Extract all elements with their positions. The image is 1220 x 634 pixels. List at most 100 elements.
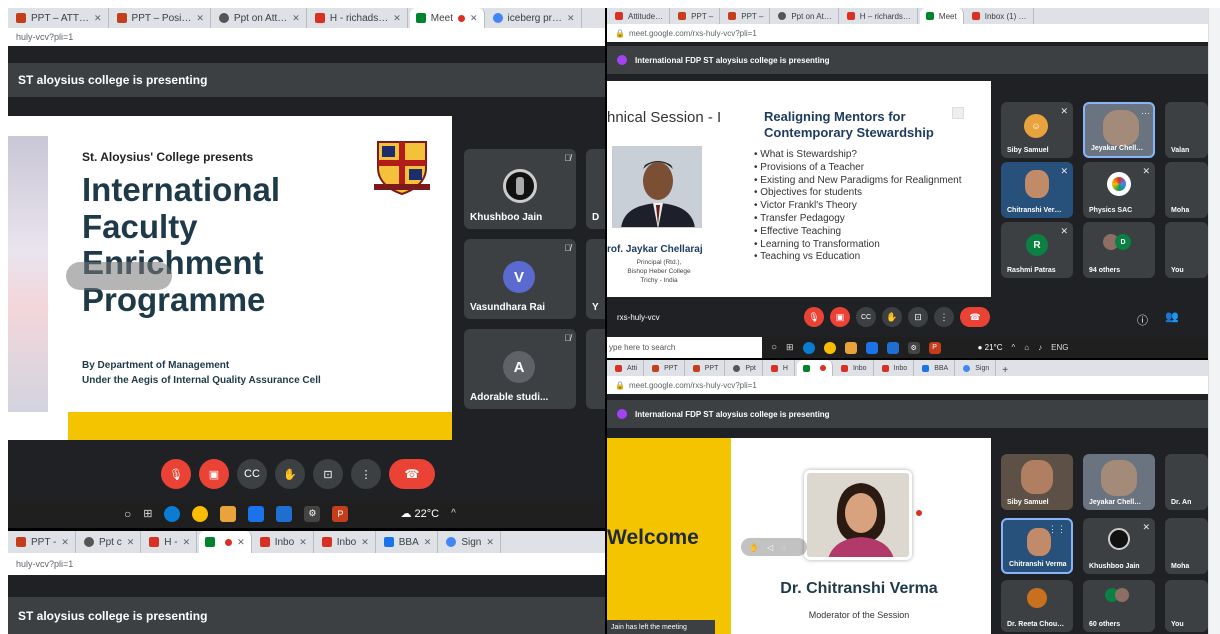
info-icon[interactable]: ⓘ [1137,312,1148,328]
taskbar-search[interactable]: ype here to search [607,337,762,358]
edge-icon[interactable] [802,341,815,354]
settings-icon[interactable]: ⚙ [907,341,920,354]
close-icon[interactable]: ✕ [361,537,369,548]
powerpoint-icon[interactable]: P [332,505,349,522]
volume-icon[interactable]: ♪ [1038,343,1042,352]
close-icon[interactable]: ✕ [237,537,245,548]
participant-tile[interactable]: Moha [1165,162,1208,218]
close-icon[interactable]: ✕ [393,13,401,24]
browser-tab[interactable]: PPT – [672,8,721,24]
folder-icon[interactable] [220,505,237,522]
weather-widget[interactable]: ☁ 22°C [400,507,439,520]
network-icon[interactable]: ⌂ [1024,343,1029,352]
browser-tab[interactable]: Inbox (1) … [965,8,1034,24]
mic-off-icon[interactable]: 🎙 [161,459,191,489]
browser-tab[interactable]: PPT – ATT… ✕ [10,8,109,28]
address-bar[interactable]: huly-vcv?pli=1 [8,553,605,575]
participant-tile[interactable]: Dr. Reeta Chou… [1001,580,1073,632]
browser-tab[interactable]: PPT – Posi… ✕ [110,8,211,28]
captions-icon[interactable]: CC [237,459,267,489]
mail-icon[interactable] [886,341,899,354]
powerpoint-icon[interactable]: P [928,341,941,354]
participant-tile[interactable]: 🎙̸ V Vasundhara Rai [464,239,576,319]
participant-tile[interactable]: 🎙̸ A Adorable studi... [464,329,576,409]
language-indicator[interactable]: ENG [1051,343,1068,352]
end-call-icon[interactable]: ☎ [389,459,435,489]
close-icon[interactable]: ✕ [127,537,135,548]
present-icon[interactable]: ⊡ [313,459,343,489]
address-bar[interactable]: huly-vcv?pli=1 [8,28,605,46]
chevron-up-icon[interactable]: ^ [1012,343,1016,352]
search-icon[interactable]: ○ [771,342,777,353]
people-icon[interactable]: 👥 [1165,310,1179,323]
browser-tab[interactable]: PPT - ✕ [10,531,76,553]
camera-off-icon[interactable]: ▣ [830,307,850,327]
browser-tab[interactable]: Inbo ✕ [253,531,314,553]
browser-tab[interactable]: Ppt on Att… ✕ [212,8,307,28]
browser-tab[interactable]: Inbo [875,360,915,376]
close-icon[interactable]: ✕ [567,13,575,24]
participant-tile[interactable]: Jeyakar Chell… [1083,454,1155,510]
browser-tab[interactable]: Inbo [834,360,874,376]
chrome-icon[interactable] [823,341,836,354]
browser-tab[interactable]: H [764,360,795,376]
browser-tab-active[interactable]: Meet ✕ [409,8,485,28]
close-icon[interactable]: ✕ [470,13,478,24]
participant-tile[interactable]: D [586,149,605,229]
close-icon[interactable]: ✕ [61,537,69,548]
browser-tab[interactable]: PPT – [722,8,771,24]
browser-tab[interactable]: iceberg pr… ✕ [486,8,582,28]
browser-tab-active[interactable]: Meet [919,8,964,24]
close-icon[interactable]: ✕ [183,537,191,548]
task-view-icon[interactable]: ⊞ [143,507,152,520]
browser-tab[interactable]: Atti [609,360,645,376]
folder-icon[interactable] [844,341,857,354]
more-icon[interactable]: ⋮ [351,459,381,489]
participant-tile[interactable]: You [1165,580,1208,632]
page-scrollbar[interactable] [1208,8,1220,634]
chevron-up-icon[interactable]: ^ [451,508,456,519]
close-icon[interactable]: ✕ [196,13,204,24]
participant-tile[interactable]: ✕ Physics SAC [1083,162,1155,218]
browser-tab[interactable]: Ppt [727,360,763,376]
browser-tab[interactable]: H – richards… [840,8,918,24]
raise-hand-icon[interactable]: ✋ [882,307,902,327]
more-icon[interactable]: ⋮ [934,307,954,327]
browser-tab[interactable]: PPT [686,360,726,376]
participant-tile[interactable]: 🎙̸ Khushboo Jain [464,149,576,229]
close-icon[interactable]: ✕ [94,13,102,24]
task-view-icon[interactable]: ⊞ [786,342,794,353]
participant-tile[interactable] [586,329,605,409]
raise-hand-icon[interactable]: ✋ [275,459,305,489]
participant-tile[interactable]: Moha [1165,518,1208,574]
browser-tab[interactable]: Sign ✕ [440,531,501,553]
address-bar[interactable]: 🔒 meet.google.com/rxs-huly-vcv?pli=1 [607,376,1208,394]
search-icon[interactable]: ○ [124,507,131,521]
close-icon[interactable]: ✕ [299,537,307,548]
participant-tile[interactable]: Dr. An [1165,454,1208,510]
close-icon[interactable]: ✕ [292,13,300,24]
browser-tab-active[interactable] [796,360,833,376]
floating-controls-overlay[interactable] [66,262,172,290]
browser-tab[interactable]: BBA ✕ [377,531,439,553]
close-icon[interactable]: ✕ [486,537,494,548]
participant-tile-speaking[interactable]: Jeyakar Chell… ⋯ [1083,102,1155,158]
end-call-icon[interactable]: ☎ [960,307,990,327]
weather-widget[interactable]: ● 21°C [978,343,1003,352]
camera-off-icon[interactable]: ▣ [199,459,229,489]
browser-tab[interactable]: Inbo ✕ [315,531,376,553]
browser-tab[interactable]: Attitude… [609,8,671,24]
browser-tab[interactable]: Ppt on At… [772,8,839,24]
participant-tile[interactable]: ✕ Chitranshi Ver… [1001,162,1073,218]
participant-tile[interactable]: ✕ Khushboo Jain [1083,518,1155,574]
browser-tab[interactable]: H - ✕ [143,531,198,553]
participant-tile[interactable]: Y [586,239,605,319]
browser-tab[interactable]: H - richads… ✕ [308,8,408,28]
participant-tile[interactable]: ✕ ☺ Siby Samuel [1001,102,1073,158]
edge-icon[interactable] [164,505,181,522]
store-icon[interactable] [248,505,265,522]
new-tab-icon[interactable]: + [998,365,1012,376]
browser-tab[interactable]: Ppt c ✕ [77,531,142,553]
mail-icon[interactable] [276,505,293,522]
participant-tile[interactable]: Valan [1165,102,1208,158]
